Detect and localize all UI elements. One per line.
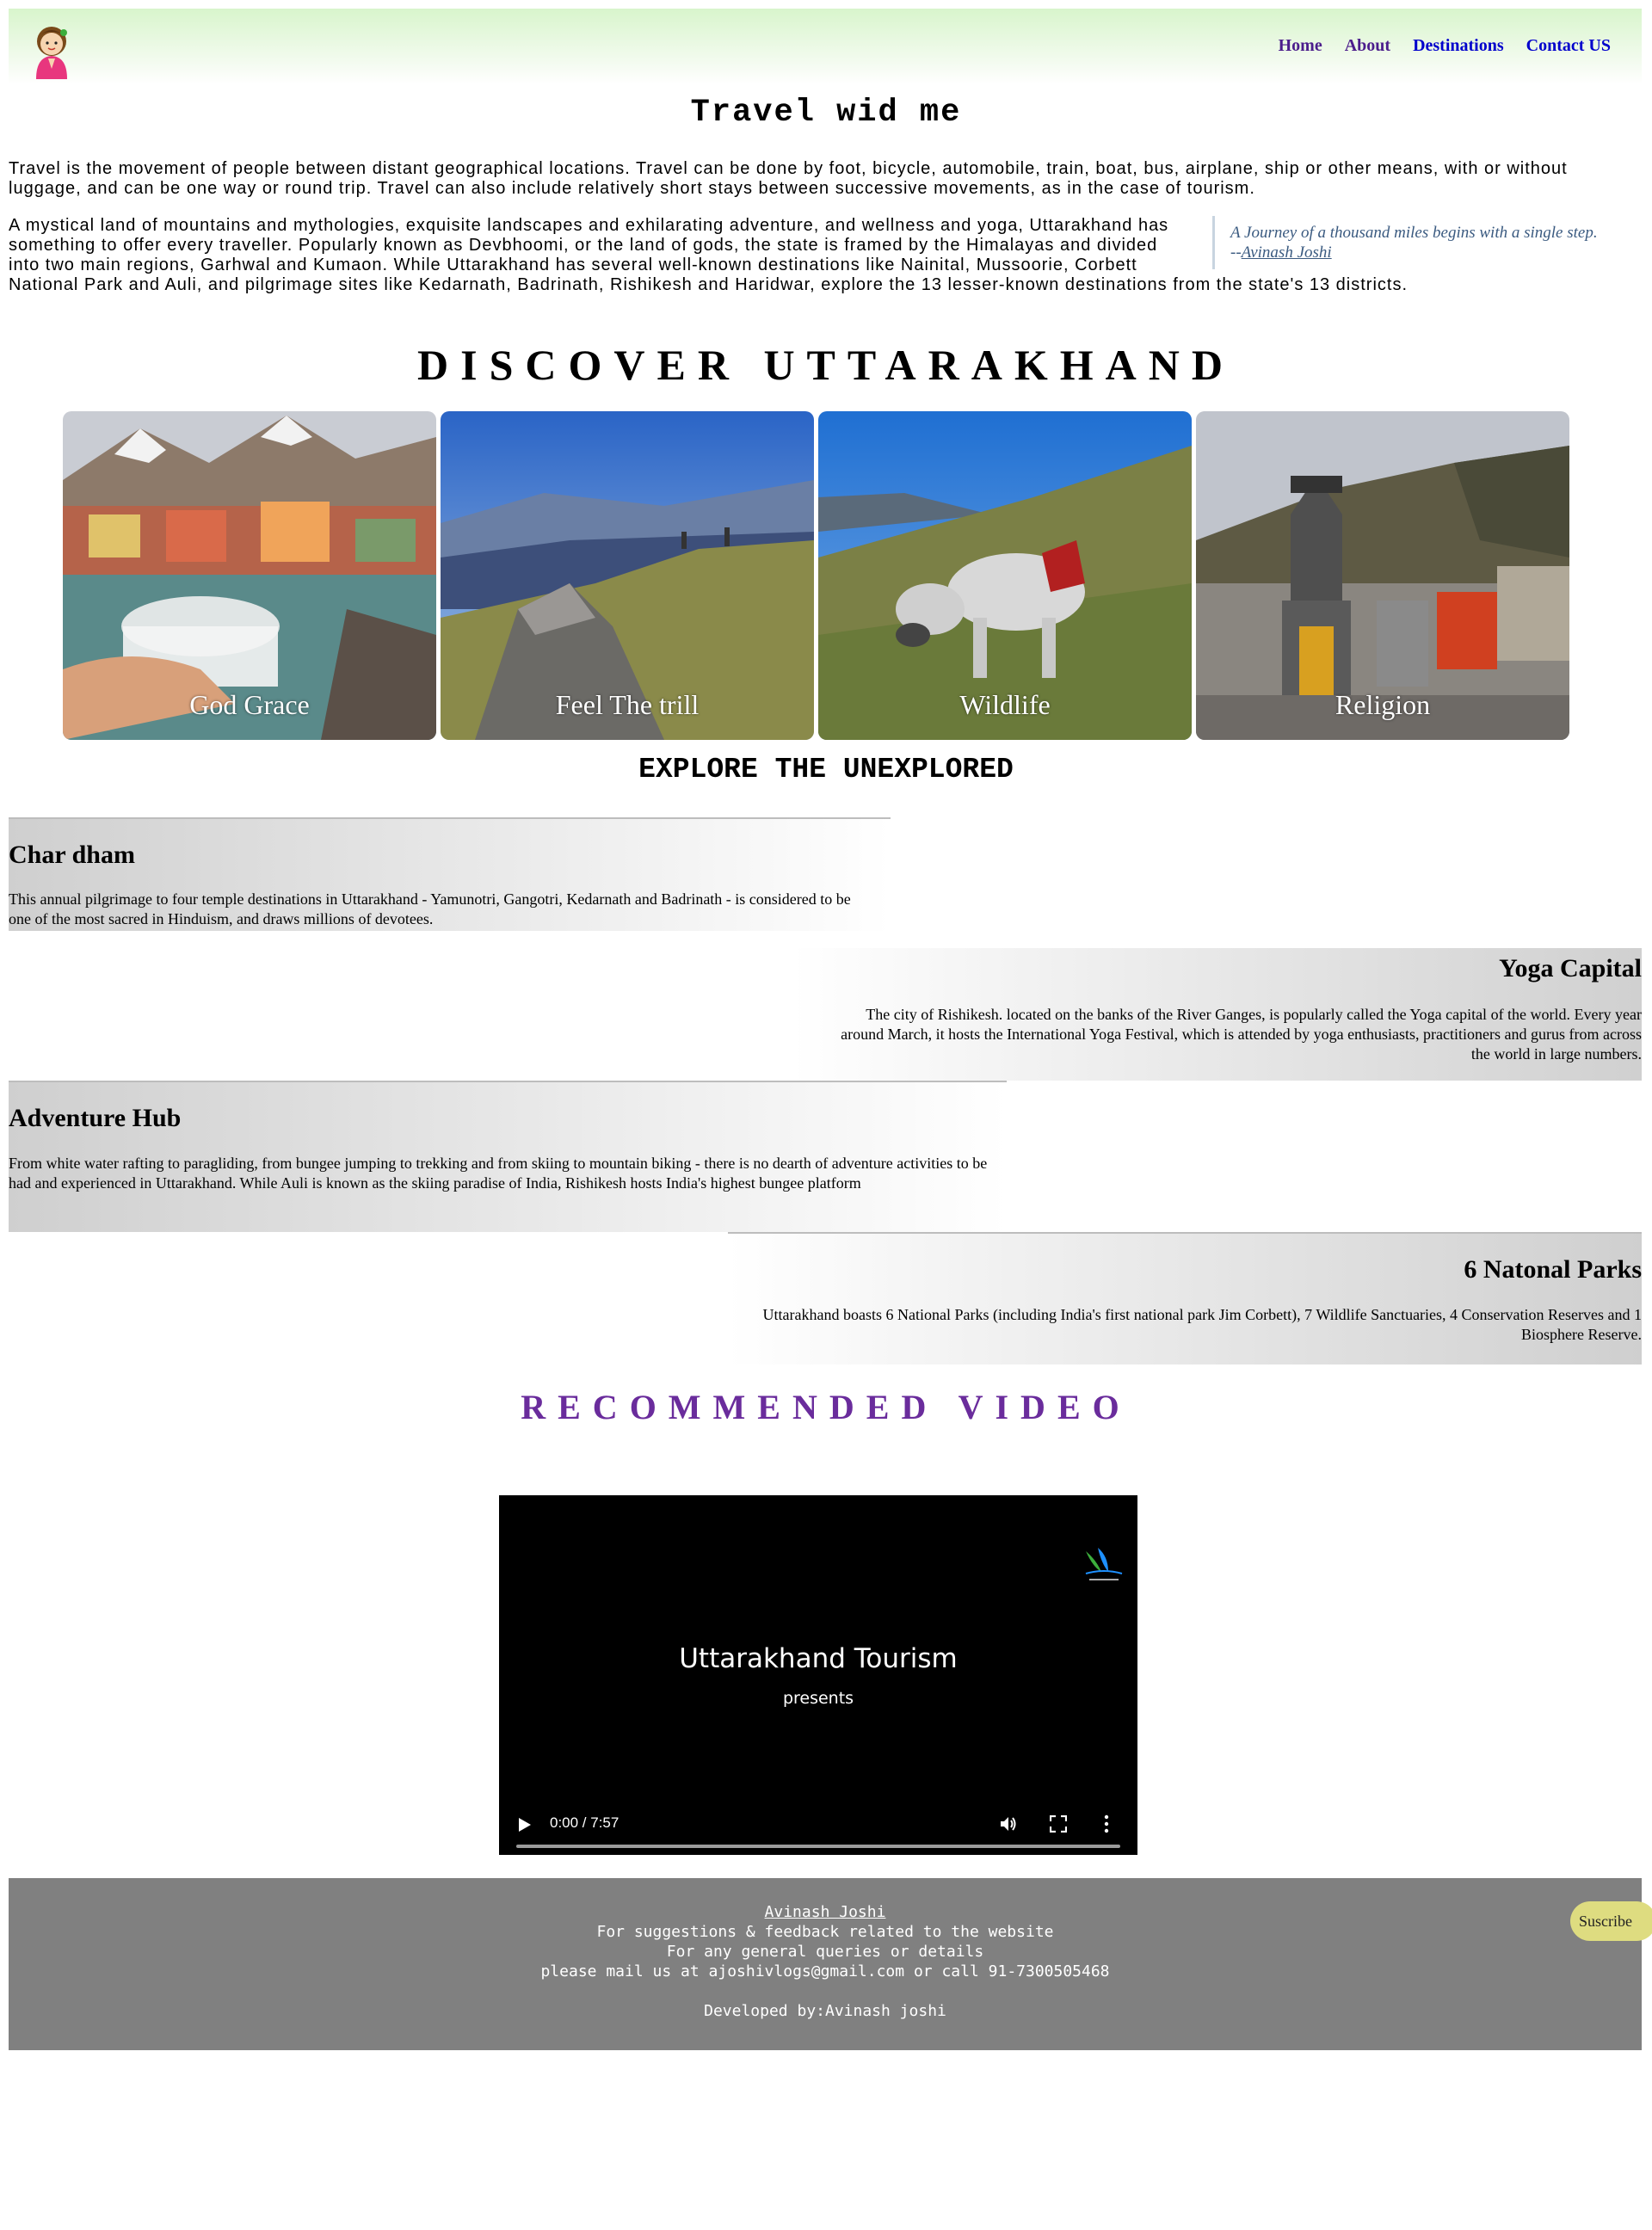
section-title: Adventure Hub (9, 1104, 182, 1132)
section-title: Yoga Capital (1499, 954, 1642, 983)
video-controls: 0:00 / 7:57 (499, 1795, 1137, 1855)
nav-destinations-link[interactable]: Destinations (1413, 36, 1504, 56)
site-header: Home About Destinations Contact US (9, 9, 1642, 84)
quote-prefix: -- (1230, 243, 1242, 262)
volume-icon[interactable] (998, 1814, 1019, 1834)
video-player[interactable]: Uttarakhand Tourism presents 0:00 / 7:57 (499, 1495, 1137, 1855)
footer-author-link[interactable]: Avinash Joshi (765, 1903, 886, 1921)
quote-author-link[interactable]: Avinash Joshi (1242, 243, 1332, 262)
section-yoga-capital: Yoga Capital The city of Rishikesh. loca… (9, 948, 1642, 1081)
play-icon[interactable] (518, 1817, 532, 1833)
nav-home-link[interactable]: Home (1279, 36, 1322, 56)
gallery-card-religion[interactable]: Religion (1196, 411, 1569, 740)
quote-attribution: --Avinash Joshi (1230, 243, 1635, 262)
explore-heading: EXPLORE THE UNEXPLORED (638, 754, 1014, 785)
video-time: 0:00 / 7:57 (550, 1814, 620, 1831)
gallery-card-feel-the-trill[interactable]: Feel The trill (441, 411, 814, 740)
quote-text: A Journey of a thousand miles begins wit… (1230, 224, 1598, 242)
footer-credit: Developed by:Avinash joshi (704, 2002, 946, 2020)
subscribe-button[interactable]: Suscribe (1570, 1901, 1652, 1941)
girl-namaste-icon[interactable] (26, 19, 77, 79)
page-title: Travel wid me (690, 95, 962, 131)
card-caption: God Grace (189, 689, 310, 720)
footer-line: For suggestions & feedback related to th… (596, 1923, 1054, 1941)
card-caption: Feel The trill (555, 689, 700, 720)
nav-contact-link[interactable]: Contact US (1526, 36, 1611, 56)
video-subtitle: presents (782, 1689, 854, 1708)
uttarakhand-paragraph: A mystical land of mountains and mytholo… (9, 216, 1409, 294)
photo-gallery: God Grace Feel The trill Wildlife Religi… (63, 411, 1570, 740)
card-caption: Wildlife (959, 689, 1051, 720)
fullscreen-icon[interactable] (1050, 1815, 1067, 1833)
section-char-dham: Char dham This annual pilgrimage to four… (9, 817, 891, 931)
quote-block: A Journey of a thousand miles begins wit… (1212, 216, 1635, 269)
section-text: The city of Rishikesh. located on the ba… (841, 1006, 1642, 1063)
recommended-video-heading: RECOMMENDED VIDEO (521, 1388, 1131, 1426)
main-nav: Home About Destinations Contact US (1279, 36, 1611, 56)
section-adventure-hub: Adventure Hub From white water rafting t… (9, 1081, 1007, 1232)
video-progress-bar[interactable] (516, 1845, 1120, 1848)
footer-line: For any general queries or details (666, 1943, 984, 1961)
footer-contact-line: please mail us at ajoshivlogs@gmail.com … (540, 1962, 1110, 1981)
intro-paragraph: Travel is the movement of people between… (9, 159, 1568, 198)
site-footer: Avinash Joshi For suggestions & feedback… (9, 1878, 1642, 2050)
channel-logo-icon (1085, 1548, 1123, 1580)
discover-heading: DISCOVER UTTARAKHAND (417, 341, 1235, 389)
section-national-parks: 6 Natonal Parks Uttarakhand boasts 6 Nat… (728, 1232, 1642, 1364)
gallery-card-god-grace[interactable]: God Grace (63, 411, 436, 740)
section-text: Uttarakhand boasts 6 National Parks (inc… (762, 1306, 1642, 1343)
section-text: This annual pilgrimage to four temple de… (9, 890, 851, 927)
card-caption: Religion (1335, 689, 1431, 720)
section-text: From white water rafting to paragliding,… (9, 1155, 988, 1192)
section-title: 6 Natonal Parks (1464, 1255, 1642, 1284)
section-title: Char dham (9, 841, 135, 869)
more-options-icon[interactable] (1103, 1814, 1110, 1834)
uttarakhand-paragraph-block: A Journey of a thousand miles begins wit… (9, 216, 1635, 295)
video-title: Uttarakhand Tourism (679, 1643, 958, 1674)
gallery-card-wildlife[interactable]: Wildlife (818, 411, 1192, 740)
nav-about-link[interactable]: About (1345, 36, 1390, 56)
